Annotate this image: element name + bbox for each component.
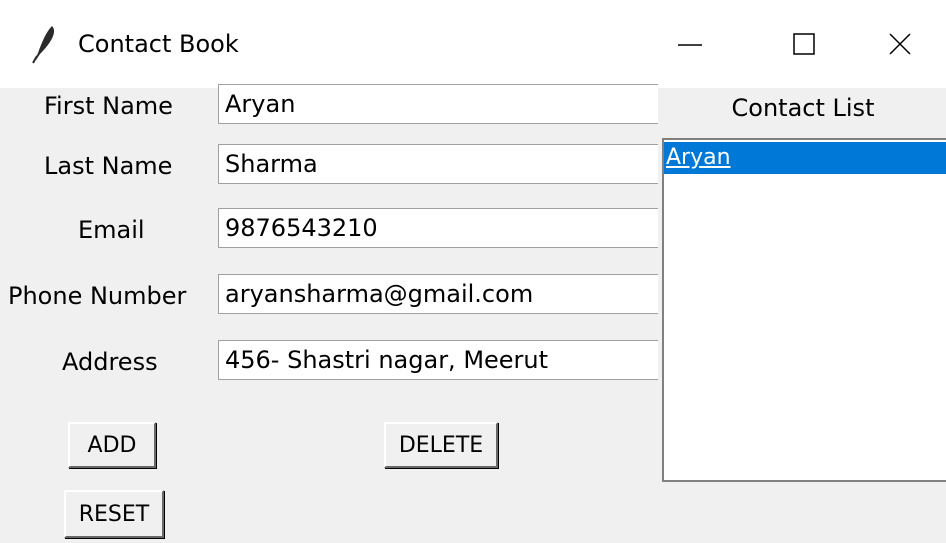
email-label: Email — [78, 216, 145, 244]
last-name-field[interactable] — [218, 144, 658, 184]
contact-list-title: Contact List — [731, 94, 875, 122]
delete-button[interactable]: DELETE — [384, 422, 498, 468]
close-icon — [889, 33, 911, 55]
minimize-button[interactable] — [654, 14, 726, 74]
close-button[interactable] — [864, 14, 936, 74]
first-name-label: First Name — [44, 92, 173, 120]
title-bar: Contact Book — [0, 0, 946, 88]
maximize-button[interactable] — [768, 14, 840, 74]
list-item[interactable]: Aryan — [664, 142, 946, 174]
window-title: Contact Book — [78, 30, 239, 58]
address-field[interactable] — [218, 340, 658, 380]
last-name-label: Last Name — [44, 152, 173, 180]
phone-number-field[interactable] — [218, 274, 658, 314]
contact-listbox[interactable]: Aryan — [662, 138, 946, 482]
add-button[interactable]: ADD — [68, 422, 156, 468]
phone-number-label: Phone Number — [8, 282, 187, 310]
first-name-field[interactable] — [218, 84, 658, 124]
minimize-icon — [678, 44, 702, 46]
feather-icon — [32, 26, 55, 64]
address-label: Address — [62, 348, 158, 376]
maximize-icon — [793, 33, 815, 55]
reset-button[interactable]: RESET — [64, 490, 164, 538]
email-field[interactable] — [218, 208, 658, 248]
